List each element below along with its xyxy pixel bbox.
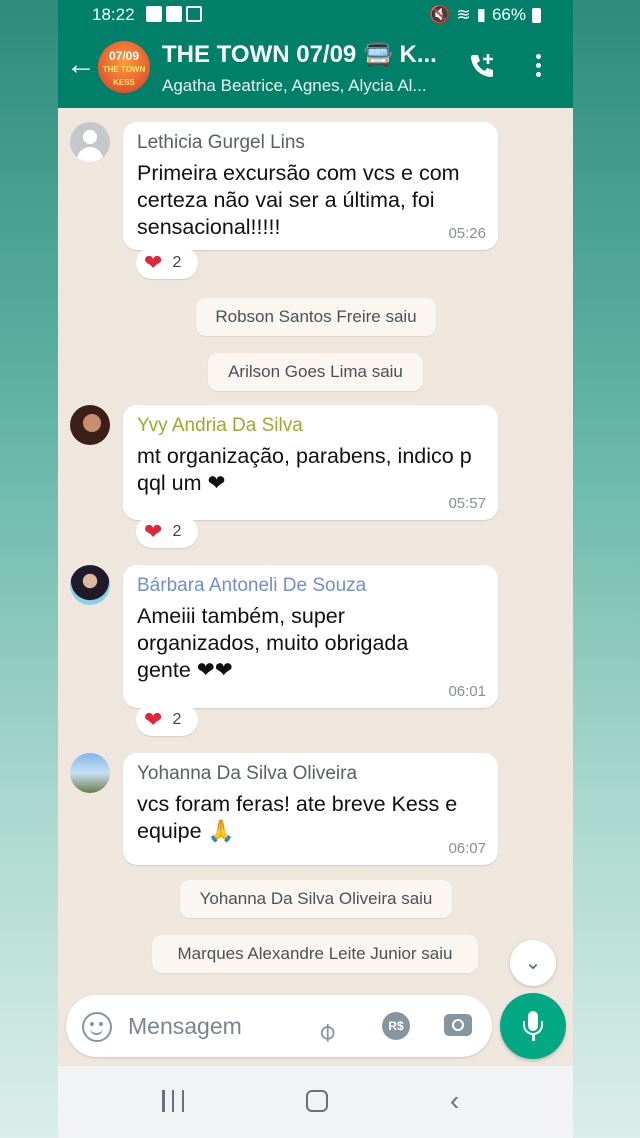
message-sender[interactable]: Bárbara Antoneli De Souza [137,575,484,597]
signal-icon: ▮ [476,5,486,24]
recent-apps-icon[interactable] [162,1090,184,1112]
message-time: 05:26 [448,225,486,242]
message-bubble[interactable]: Bárbara Antoneli De Souza Ameiii também,… [123,565,498,708]
sim-notification-icon [186,6,202,22]
message-bubble[interactable]: Yohanna Da Silva Oliveira vcs foram fera… [123,753,498,865]
add-call-icon[interactable] [468,52,496,80]
message-time: 05:57 [448,495,486,512]
heart-icon: ❤ [144,707,163,732]
phone-screen: 18:22 🔇 ≋ ▮ 66% ← 07/09 THE TOWN KESS TH… [58,0,573,1138]
heart-icon: ❤ [144,250,163,275]
battery-level: 66% [491,5,526,24]
message-time: 06:07 [448,840,486,857]
system-message: Marques Alexandre Leite Junior saiu [152,935,478,973]
message-sender[interactable]: Yvy Andria Da Silva [137,415,484,437]
message-text: vcs foram feras! ate breve Kess e equipe… [137,792,458,843]
payment-icon[interactable]: R$ [382,1012,410,1040]
group-avatar[interactable]: 07/09 THE TOWN KESS [98,41,150,93]
nav-back-icon[interactable]: ‹ [450,1087,472,1115]
system-nav-bar: ‹ [58,1066,573,1138]
avatar[interactable] [70,122,110,162]
back-arrow-icon[interactable]: ← [66,50,98,82]
status-time: 18:22 [92,5,135,24]
chat-participants[interactable]: Agatha Beatrice, Agnes, Alycia Al... [162,76,448,96]
avatar[interactable] [70,565,110,605]
reaction-count: 2 [172,254,182,271]
chat-header: ← 07/09 THE TOWN KESS THE TOWN 07/09 🚍 K… [58,30,573,108]
reaction-count: 2 [172,523,182,540]
message-text: mt organização, parabens, indico p qql u… [137,444,472,495]
system-message: Robson Santos Freire saiu [196,298,436,336]
camera-icon[interactable] [444,1014,472,1036]
microphone-icon-base [523,1021,543,1035]
message-composer[interactable]: Mensagem ⌀ R$ [66,995,492,1057]
home-icon[interactable] [306,1090,328,1112]
message-list[interactable]: Lethicia Gurgel Lins Primeira excursão c… [58,108,573,988]
gallery-notification-icon [146,6,162,22]
status-bar: 18:22 🔇 ≋ ▮ 66% [58,0,573,30]
avatar-date: 07/09 [108,49,140,63]
status-right: 🔇 ≋ ▮ 66% [429,5,541,25]
message-input[interactable]: Mensagem [128,1013,242,1040]
message-bubble[interactable]: Yvy Andria Da Silva mt organização, para… [123,405,498,520]
avatar-subtitle: THE TOWN [102,65,146,74]
message-reaction[interactable]: ❤ 2 [136,247,198,279]
scroll-down-icon[interactable]: ⌄ [510,940,556,986]
message-reaction[interactable]: ❤ 2 [136,516,198,548]
microphone-icon-stem [532,1035,535,1041]
avatar[interactable] [70,753,110,793]
avatar[interactable] [70,405,110,445]
microphone-button[interactable] [500,993,566,1059]
chat-title[interactable]: THE TOWN 07/09 🚍 K... [162,40,452,69]
mute-icon: 🔇 [429,5,451,24]
message-text: Ameiii também, super organizados, muito … [137,604,409,682]
message-text: Primeira excursão com vcs e com certeza … [137,161,460,239]
battery-icon [532,7,541,23]
system-message: Yohanna Da Silva Oliveira saiu [180,880,452,918]
wifi-icon: ≋ [456,5,471,24]
message-reaction[interactable]: ❤ 2 [136,704,198,736]
more-options-icon[interactable] [533,54,543,84]
message-sender[interactable]: Yohanna Da Silva Oliveira [137,763,484,785]
heart-icon: ❤ [144,519,163,544]
message-bubble[interactable]: Lethicia Gurgel Lins Primeira excursão c… [123,122,498,250]
notification-icons [146,6,202,22]
message-time: 06:01 [448,683,486,700]
attach-icon[interactable]: ⌀ [310,1005,352,1047]
emoji-icon[interactable] [82,1012,112,1042]
avatar-brand: KESS [113,78,135,87]
check-notification-icon [166,6,182,22]
reaction-count: 2 [172,711,182,728]
message-sender[interactable]: Lethicia Gurgel Lins [137,132,484,154]
system-message: Arilson Goes Lima saiu [208,353,423,391]
